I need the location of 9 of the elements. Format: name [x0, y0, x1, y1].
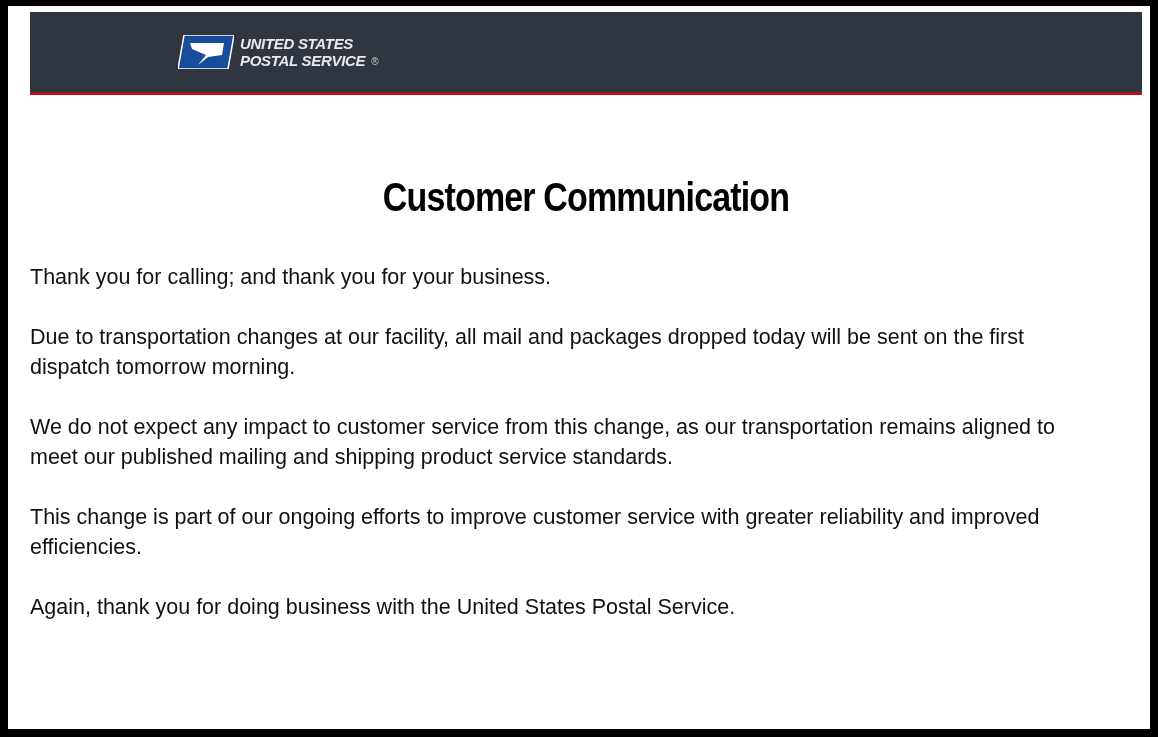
registered-mark: ® [371, 56, 379, 67]
paragraph: Due to transportation changes at our facility, all mail and packages dropped today will be sent on the first dispatch tomorrow morning. [30, 324, 1025, 381]
logo-text: POSTAL SERVICE [240, 52, 366, 69]
paragraph: We do not expect any impact to customer service from this change, as our transportation remains aligned to meet our published mailing and shipping product service standards. [30, 414, 1056, 471]
paragraph: Again, thank you for doing business with the United States Postal Service. [30, 594, 737, 621]
logo-text: UNITED STATES [240, 35, 355, 52]
paragraph: This change is part of our ongoing efforts to improve customer service with greater reliability and improved efficiencies. [30, 504, 1041, 561]
paragraph: Thank you for calling; and thank you for your business. [30, 264, 553, 291]
page-title: Customer Communication [381, 175, 791, 220]
